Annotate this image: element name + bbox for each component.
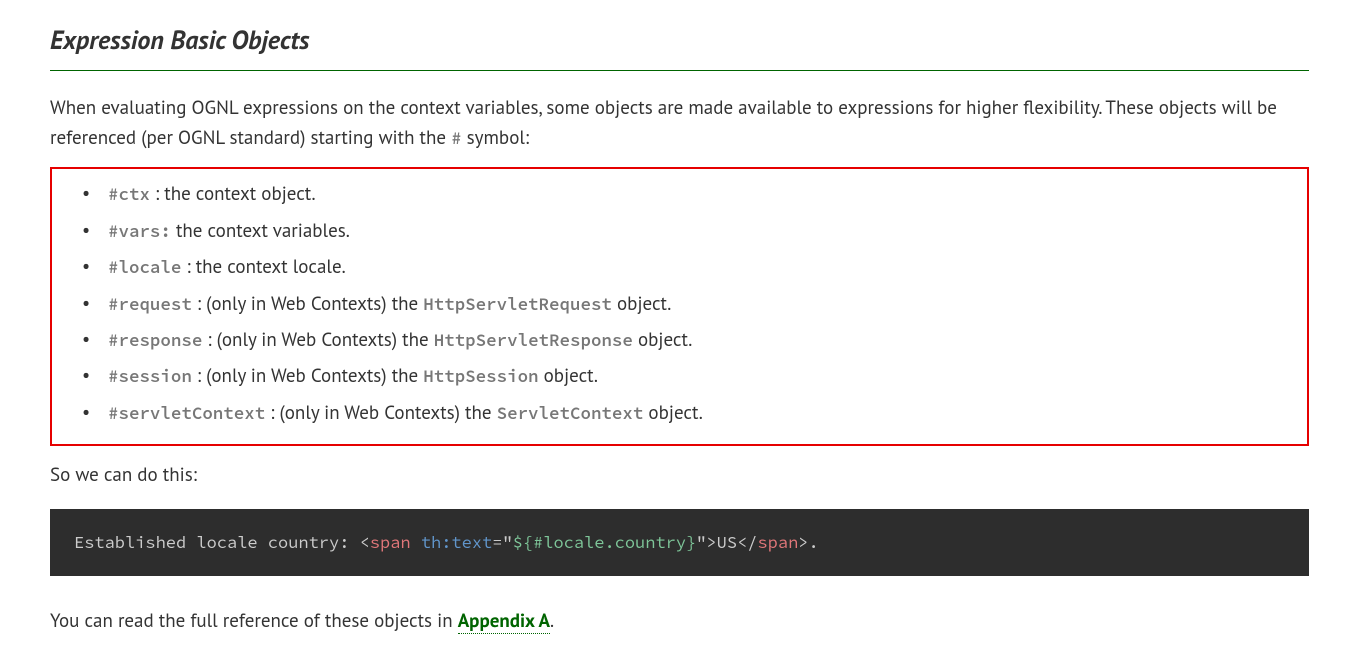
- code-punct: </: [737, 531, 757, 553]
- sep: :: [192, 364, 206, 388]
- code-example: Established locale country: <span th:tex…: [50, 509, 1309, 576]
- code-punct: =: [492, 531, 502, 553]
- highlight-box: #ctx : the context object. #vars: the co…: [50, 167, 1309, 446]
- sep: :: [181, 255, 195, 279]
- appendix-link[interactable]: Appendix A: [458, 609, 550, 634]
- object-key: #locale: [108, 256, 181, 278]
- list-item: #vars: the context variables.: [82, 216, 1307, 246]
- object-desc: object.: [643, 401, 702, 425]
- object-class: HttpSession: [423, 365, 538, 387]
- so-we-text: So we can do this:: [50, 460, 1309, 490]
- outro-text-2: .: [550, 609, 554, 633]
- intro-paragraph: When evaluating OGNL expressions on the …: [50, 93, 1309, 154]
- code-inner: US: [717, 531, 737, 553]
- object-key: #vars:: [108, 220, 171, 242]
- sep: :: [192, 292, 206, 316]
- object-pre: (only in Web Contexts) the: [206, 364, 423, 388]
- object-pre: (only in Web Contexts) the: [217, 328, 434, 352]
- object-key: #session: [108, 365, 192, 387]
- list-item: #request : (only in Web Contexts) the Ht…: [82, 289, 1307, 319]
- object-pre: (only in Web Contexts) the: [206, 292, 423, 316]
- code-lead: Established locale country:: [74, 531, 360, 553]
- outro-paragraph: You can read the full reference of these…: [50, 606, 1309, 636]
- intro-text-2: symbol:: [462, 126, 530, 150]
- list-item: #locale : the context locale.: [82, 252, 1307, 282]
- object-class: ServletContext: [497, 402, 644, 424]
- sep: :: [202, 328, 216, 352]
- code-punct: ": [696, 531, 706, 553]
- object-desc: object.: [612, 292, 671, 316]
- sep: :: [150, 182, 164, 206]
- code-tag: span: [370, 531, 411, 553]
- intro-text-1: When evaluating OGNL expressions on the …: [50, 96, 1277, 150]
- code-punct: >: [706, 531, 716, 553]
- list-item: #ctx : the context object.: [82, 179, 1307, 209]
- section-title: Expression Basic Objects: [50, 20, 1309, 71]
- object-desc: the context locale.: [196, 255, 346, 279]
- sep: :: [265, 401, 279, 425]
- code-space: [411, 531, 421, 553]
- list-item: #servletContext : (only in Web Contexts)…: [82, 398, 1307, 428]
- code-dot: .: [808, 531, 818, 553]
- object-key: #ctx: [108, 183, 150, 205]
- hash-symbol: #: [451, 127, 461, 149]
- object-key: #servletContext: [108, 402, 265, 424]
- object-desc: object.: [539, 364, 598, 388]
- code-punct: >: [798, 531, 808, 553]
- list-item: #session : (only in Web Contexts) the Ht…: [82, 361, 1307, 391]
- code-punct: <: [360, 531, 370, 553]
- object-class: HttpServletResponse: [434, 329, 633, 351]
- object-key: #request: [108, 293, 192, 315]
- code-value: ${#locale.country}: [513, 531, 697, 553]
- objects-list: #ctx : the context object. #vars: the co…: [52, 179, 1307, 428]
- object-desc: the context object.: [164, 182, 315, 206]
- list-item: #response : (only in Web Contexts) the H…: [82, 325, 1307, 355]
- code-punct: ": [502, 531, 512, 553]
- code-tag: span: [757, 531, 798, 553]
- code-attr: th:text: [421, 531, 492, 553]
- object-key: #response: [108, 329, 202, 351]
- object-desc: object.: [633, 328, 692, 352]
- object-desc: the context variables.: [176, 219, 350, 243]
- outro-text-1: You can read the full reference of these…: [50, 609, 458, 633]
- object-pre: (only in Web Contexts) the: [280, 401, 497, 425]
- object-class: HttpServletRequest: [423, 293, 612, 315]
